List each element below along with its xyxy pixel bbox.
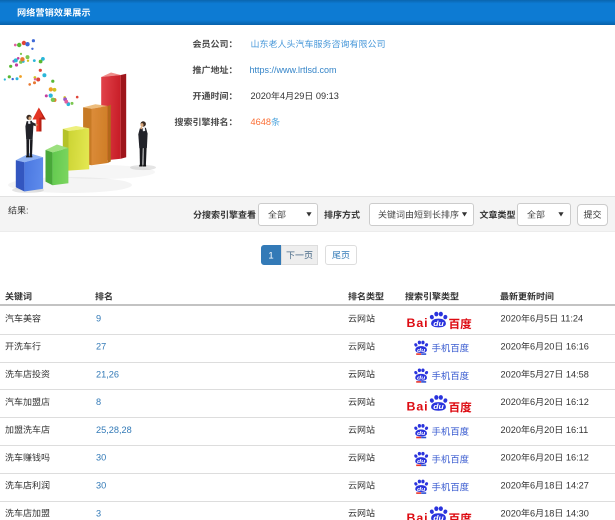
- svg-text:2020: 2020: [501, 397, 521, 407]
- svg-text:4: 4: [280, 91, 285, 101]
- svg-text:6: 6: [530, 425, 535, 435]
- svg-text:6: 6: [530, 314, 535, 324]
- svg-text:16:16: 16:16: [566, 342, 589, 352]
- svg-text:du: du: [417, 375, 425, 381]
- svg-text:14:27: 14:27: [566, 481, 589, 491]
- svg-text:16:12: 16:12: [566, 453, 589, 463]
- svg-text:4648: 4648: [251, 117, 271, 127]
- svg-text:2020: 2020: [501, 369, 521, 379]
- svg-text:du: du: [417, 458, 425, 464]
- svg-text:du: du: [417, 347, 425, 353]
- svg-text:14:58: 14:58: [566, 369, 589, 379]
- svg-text:du: du: [417, 486, 425, 492]
- svg-text:18: 18: [544, 481, 554, 491]
- svg-text:du: du: [417, 431, 425, 437]
- svg-text:14:30: 14:30: [566, 508, 589, 518]
- svg-text:1: 1: [268, 250, 273, 261]
- svg-text:Bai: Bai: [407, 511, 429, 520]
- svg-text:6: 6: [530, 481, 535, 491]
- svg-text:11:24: 11:24: [561, 314, 583, 324]
- svg-text:6: 6: [530, 508, 535, 518]
- svg-text:8: 8: [96, 397, 101, 407]
- svg-text:du: du: [433, 403, 444, 411]
- svg-text:25,28,28: 25,28,28: [96, 425, 132, 435]
- svg-text:5: 5: [530, 369, 535, 379]
- svg-text::: :: [26, 206, 29, 216]
- svg-text:6: 6: [530, 397, 535, 407]
- svg-text:20: 20: [544, 342, 554, 352]
- svg-text:29: 29: [294, 91, 304, 101]
- svg-text:30: 30: [96, 453, 106, 463]
- svg-text:30: 30: [96, 481, 106, 491]
- svg-text:6: 6: [530, 453, 535, 463]
- svg-text:2020: 2020: [251, 91, 271, 101]
- svg-text:16:11: 16:11: [566, 425, 588, 435]
- svg-text:27: 27: [96, 342, 106, 352]
- svg-text:09:13: 09:13: [316, 91, 339, 101]
- svg-text:20: 20: [544, 425, 554, 435]
- svg-text:21,26: 21,26: [96, 369, 119, 379]
- svg-text:Bai: Bai: [407, 316, 429, 330]
- svg-text:2020: 2020: [501, 425, 521, 435]
- svg-text:9: 9: [96, 314, 101, 324]
- svg-text:6: 6: [530, 342, 535, 352]
- svg-text:Bai: Bai: [407, 400, 429, 414]
- svg-text:18: 18: [544, 508, 554, 518]
- svg-text:27: 27: [544, 369, 554, 379]
- svg-text:20: 20: [544, 397, 554, 407]
- svg-text:2020: 2020: [501, 481, 521, 491]
- svg-text:5: 5: [544, 314, 549, 324]
- svg-text:16:12: 16:12: [566, 397, 589, 407]
- svg-text:du: du: [433, 319, 444, 327]
- svg-text:3: 3: [96, 508, 101, 518]
- svg-text:https://www.lrtlsd.com: https://www.lrtlsd.com: [250, 65, 337, 75]
- svg-text:2020: 2020: [501, 508, 521, 518]
- svg-text:du: du: [433, 514, 444, 520]
- svg-text:20: 20: [544, 453, 554, 463]
- svg-text:2020: 2020: [501, 314, 521, 324]
- svg-text:2020: 2020: [501, 342, 521, 352]
- svg-text:2020: 2020: [501, 453, 521, 463]
